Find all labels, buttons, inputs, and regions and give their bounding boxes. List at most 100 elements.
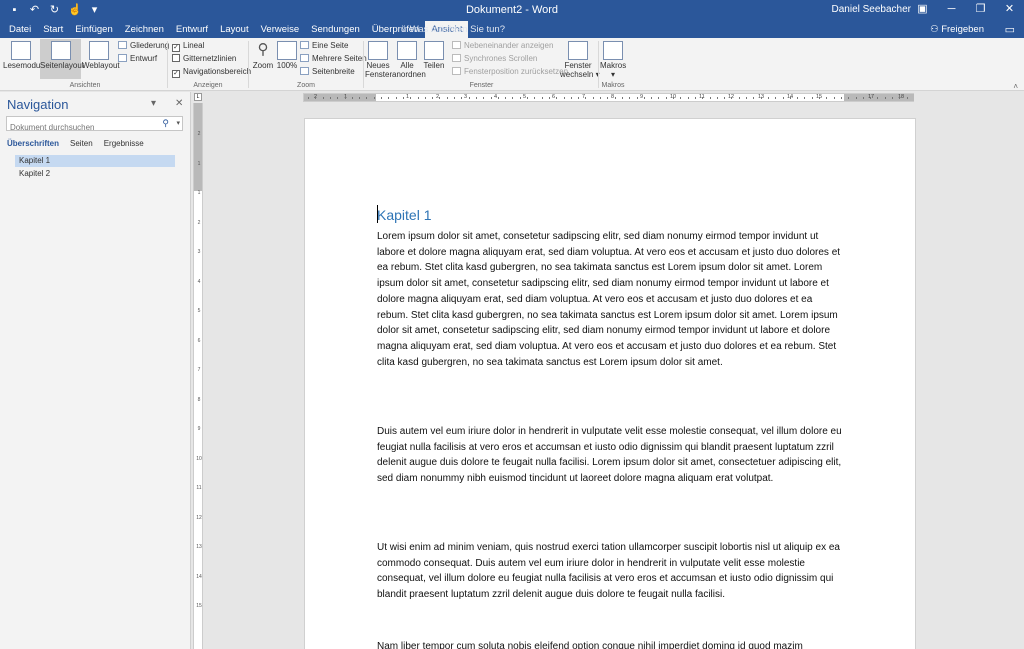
fenster-wechseln-button[interactable]: Fenster wechseln ▾ bbox=[560, 41, 600, 79]
tab-seiten[interactable]: Seiten bbox=[70, 139, 93, 148]
heading-kapitel-1[interactable]: Kapitel 1 bbox=[377, 207, 431, 223]
lesemodus-button[interactable]: Lesemodus bbox=[3, 41, 44, 70]
document-page[interactable]: Kapitel 1 Lorem ipsum dolor sit amet, co… bbox=[304, 118, 916, 649]
group-label-zoom: Zoom bbox=[297, 82, 315, 89]
ruler-margin-top bbox=[194, 103, 202, 191]
search-options-icon[interactable]: ▾ bbox=[176, 119, 180, 127]
ruler-tick bbox=[512, 97, 514, 99]
tab-start[interactable]: Start bbox=[37, 21, 69, 38]
gliederung-button[interactable]: Gliederung bbox=[118, 41, 169, 50]
makros-button[interactable]: Makros ▾ bbox=[600, 41, 626, 79]
gitternetzlinien-checkbox[interactable]: Gitternetzlinien bbox=[172, 54, 236, 63]
fensterposition-button[interactable]: Fensterposition zurücksetzen bbox=[452, 67, 568, 76]
tab-verweise[interactable]: Verweise bbox=[255, 21, 306, 38]
eine-seite-button[interactable]: Eine Seite bbox=[300, 41, 348, 50]
tab-datei[interactable]: Datei bbox=[3, 21, 37, 38]
ruler-number: 13 bbox=[196, 544, 202, 550]
reset-window-position-icon bbox=[452, 67, 461, 75]
close-icon[interactable]: ✕ bbox=[995, 0, 1024, 21]
paragraph-2[interactable]: Duis autem vel eum iriure dolor in hendr… bbox=[377, 424, 845, 487]
navigationsbereich-label: Navigationsbereich bbox=[183, 67, 252, 76]
ruler-tick bbox=[833, 97, 835, 99]
group-label-anzeigen: Anzeigen bbox=[193, 82, 223, 89]
navigation-title: Navigation bbox=[7, 97, 69, 112]
navigation-tabs: Überschriften Seiten Ergebnisse bbox=[7, 139, 144, 148]
nav-heading-kapitel-1[interactable]: Kapitel 1 bbox=[15, 155, 175, 167]
tab-ueberschriften[interactable]: Überschriften bbox=[7, 139, 59, 148]
zoom-button[interactable]: ⚲ Zoom bbox=[252, 41, 274, 70]
minimize-icon[interactable]: ─ bbox=[937, 0, 966, 21]
ruler-tick bbox=[665, 97, 667, 99]
ruler-tick bbox=[410, 97, 412, 99]
makros-label: Makros bbox=[600, 61, 627, 70]
comments-icon[interactable]: ▭ bbox=[1005, 23, 1015, 36]
ruler-tick bbox=[585, 97, 587, 99]
paragraph-4[interactable]: Nam liber tempor cum soluta nobis eleife… bbox=[377, 639, 845, 649]
seitenbreite-button[interactable]: Seitenbreite bbox=[300, 67, 355, 76]
ruler-tick bbox=[738, 97, 740, 99]
tab-einf-gen[interactable]: Einfügen bbox=[69, 21, 119, 38]
ruler-tick bbox=[329, 97, 331, 99]
navigation-search-input[interactable] bbox=[7, 121, 157, 134]
lesemodus-label: Lesemodus bbox=[3, 61, 45, 70]
navigationsbereich-checkbox[interactable]: ✓ Navigationsbereich bbox=[172, 67, 251, 78]
ruler-number: 11 bbox=[196, 485, 202, 491]
maximize-icon[interactable]: ❐ bbox=[966, 0, 995, 21]
ruler-tick bbox=[519, 97, 521, 99]
ruler-tick bbox=[782, 97, 784, 99]
ruler-number: 1 bbox=[197, 160, 201, 167]
ruler-tick bbox=[424, 97, 426, 99]
ruler-tick bbox=[359, 97, 361, 99]
ruler-tick bbox=[600, 97, 601, 99]
vertical-scrollbar[interactable] bbox=[1016, 103, 1024, 649]
mehrere-seiten-button[interactable]: Mehrere Seiten bbox=[300, 54, 367, 63]
seitenlayout-button[interactable]: Seitenlayout bbox=[40, 39, 84, 79]
ruler-tick bbox=[884, 97, 886, 99]
new-window-icon bbox=[368, 41, 388, 60]
nav-heading-kapitel-2[interactable]: Kapitel 2 bbox=[15, 168, 175, 180]
pane-options-icon[interactable]: ▾ bbox=[151, 98, 156, 109]
search-icon[interactable]: ⚲ bbox=[162, 118, 169, 129]
lineal-label: Lineal bbox=[183, 41, 205, 50]
vertical-ruler[interactable]: 2 1 1 2 3 4 5 6 7 8 9 10 11 12 13 14 15 bbox=[193, 103, 203, 649]
ruler-tick bbox=[454, 97, 455, 99]
multiple-pages-icon bbox=[300, 54, 309, 62]
horizontal-ruler[interactable]: 211234567891011121314151718 bbox=[303, 93, 914, 102]
paragraph-3[interactable]: Ut wisi enim ad minim veniam, quis nostr… bbox=[377, 540, 845, 603]
collapse-ribbon-icon[interactable]: ˄ bbox=[1013, 82, 1018, 91]
user-name[interactable]: Daniel Seebacher bbox=[832, 4, 912, 15]
nebeneinander-button[interactable]: Nebeneinander anzeigen bbox=[452, 41, 553, 50]
ruler-tick bbox=[724, 97, 726, 99]
lineal-checkbox[interactable]: ✓ Lineal bbox=[172, 41, 204, 52]
tab-ergebnisse[interactable]: Ergebnisse bbox=[104, 139, 144, 148]
share-button[interactable]: ⚇ Freigeben bbox=[930, 21, 984, 38]
tab-selector[interactable]: L bbox=[194, 93, 202, 101]
tab-entwurf[interactable]: Entwurf bbox=[170, 21, 214, 38]
checkbox-checked-icon: ✓ bbox=[172, 44, 180, 52]
split-icon bbox=[424, 41, 444, 60]
nebeneinander-label: Nebeneinander anzeigen bbox=[464, 41, 554, 50]
tab-sendungen[interactable]: Sendungen bbox=[305, 21, 366, 38]
gitternetzlinien-label: Gitternetzlinien bbox=[183, 54, 237, 63]
ruler-tick bbox=[694, 97, 696, 99]
synchrones-scrollen-button[interactable]: Synchrones Scrollen bbox=[452, 54, 537, 63]
ruler-tick bbox=[534, 97, 536, 99]
ruler-tick bbox=[840, 97, 842, 99]
paragraph-1[interactable]: Lorem ipsum dolor sit amet, consetetur s… bbox=[377, 229, 845, 370]
entwurf-view-button[interactable]: Entwurf bbox=[118, 54, 157, 63]
zoom-100-button[interactable]: 100% bbox=[276, 41, 298, 70]
ruler-tick bbox=[570, 97, 572, 99]
sync-scroll-icon bbox=[452, 54, 461, 62]
ribbon-display-options-icon[interactable]: ▣ bbox=[908, 0, 937, 21]
ruler-number: 5 bbox=[197, 308, 201, 314]
seitenbreite-label: Seitenbreite bbox=[312, 67, 355, 76]
neues-fenster-button[interactable]: Neues Fenster bbox=[365, 41, 392, 79]
close-pane-icon[interactable]: ✕ bbox=[175, 98, 183, 109]
alle-anordnen-button[interactable]: Alle anordnen bbox=[392, 41, 426, 79]
weblayout-button[interactable]: Weblayout bbox=[82, 41, 120, 70]
tell-me-box[interactable]: ♀ Was möchten Sie tun? bbox=[400, 21, 505, 38]
tab-layout[interactable]: Layout bbox=[214, 21, 255, 38]
teilen-button[interactable]: Teilen bbox=[423, 41, 445, 70]
entwurf-label: Entwurf bbox=[130, 54, 158, 63]
tab-zeichnen[interactable]: Zeichnen bbox=[119, 21, 170, 38]
